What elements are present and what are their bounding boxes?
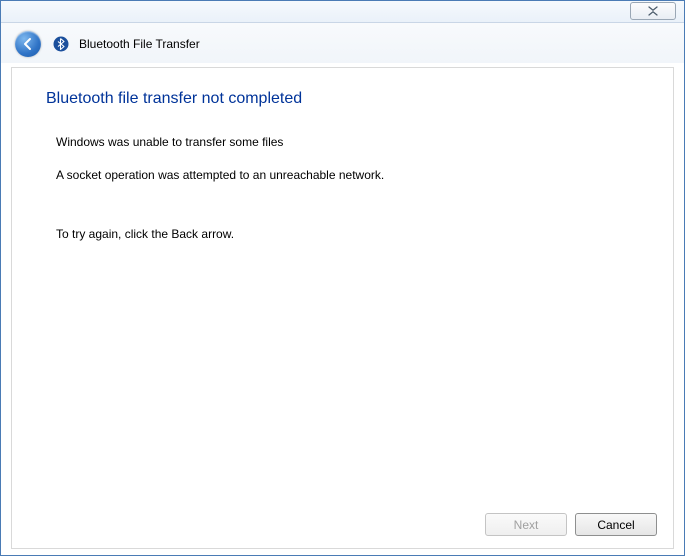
wizard-window: Bluetooth File Transfer Bluetooth file t… — [0, 0, 685, 556]
back-arrow-icon — [21, 37, 35, 51]
wizard-button-row: Next Cancel — [485, 513, 657, 536]
content-panel: Bluetooth file transfer not completed Wi… — [11, 67, 674, 549]
back-button[interactable] — [15, 31, 41, 57]
bluetooth-icon — [53, 36, 69, 52]
close-icon — [647, 6, 659, 16]
page-heading: Bluetooth file transfer not completed — [46, 90, 645, 108]
next-button: Next — [485, 513, 567, 536]
titlebar — [1, 1, 684, 23]
window-title: Bluetooth File Transfer — [79, 37, 200, 51]
retry-hint: To try again, click the Back arrow. — [56, 226, 645, 243]
error-detail: A socket operation was attempted to an u… — [56, 167, 645, 184]
cancel-button[interactable]: Cancel — [575, 513, 657, 536]
error-summary: Windows was unable to transfer some file… — [56, 134, 645, 151]
close-button[interactable] — [630, 2, 676, 20]
header-row: Bluetooth File Transfer — [1, 23, 684, 63]
